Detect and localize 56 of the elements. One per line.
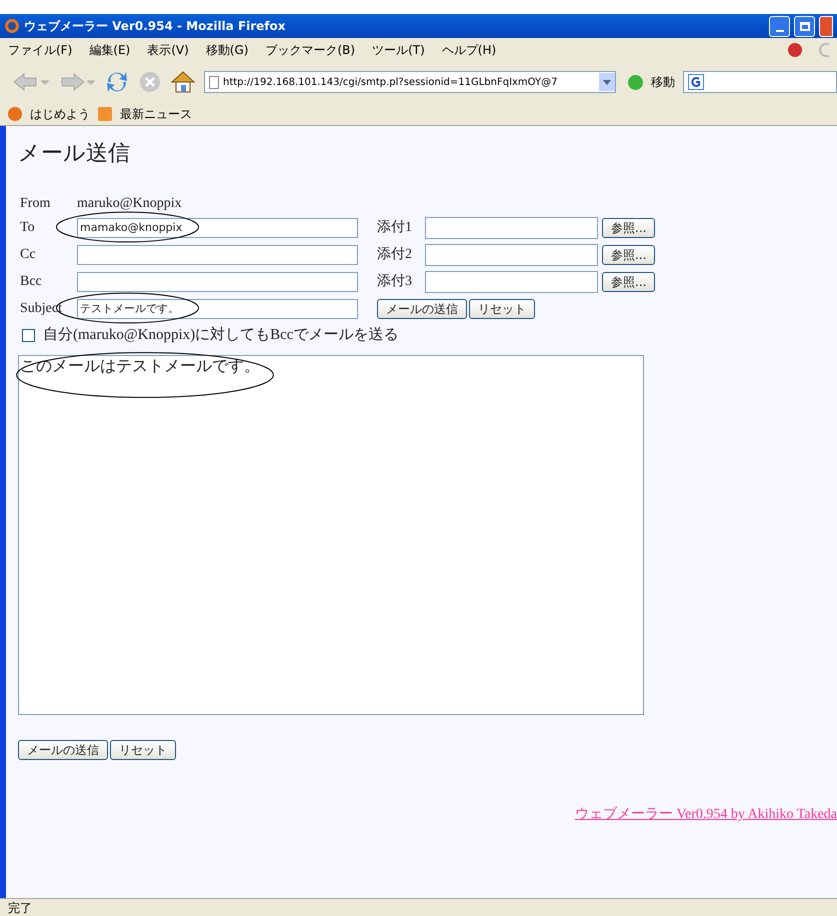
text-input[interactable] bbox=[77, 272, 358, 292]
browser-logo-icon bbox=[4, 18, 20, 34]
file-input[interactable] bbox=[425, 216, 598, 238]
menu-item[interactable]: ブックマーク(B) bbox=[265, 41, 356, 59]
url-text: http://192.168.101.143/cgi/smtp.pl?sessionid=11GLbnFqIxmOY@7 bbox=[223, 76, 558, 90]
field-label: Bcc bbox=[19, 273, 43, 291]
home-icon[interactable] bbox=[170, 70, 196, 94]
go-icon[interactable] bbox=[628, 74, 643, 90]
reload-icon[interactable] bbox=[104, 70, 130, 94]
go-button[interactable]: 移動 bbox=[651, 73, 675, 91]
stop-icon[interactable] bbox=[138, 70, 162, 94]
send-button[interactable]: メールの送信 bbox=[377, 298, 467, 318]
attachment-label: 添付1 bbox=[377, 218, 413, 237]
field-label: Cc bbox=[19, 246, 37, 264]
checkbox-label: 自分(maruko@Knoppix)に対してもBccでメールを送る bbox=[43, 326, 398, 345]
dropdown-icon[interactable] bbox=[599, 73, 615, 91]
text-input[interactable] bbox=[77, 244, 358, 264]
text-input[interactable]: テストメールです。 bbox=[77, 298, 358, 318]
checkbox[interactable] bbox=[22, 328, 35, 342]
search-field[interactable] bbox=[683, 71, 837, 93]
bookmark-link[interactable]: はじめよう bbox=[30, 104, 90, 122]
status-text: 完了 bbox=[8, 900, 32, 916]
file-input[interactable] bbox=[425, 244, 598, 266]
reset-button[interactable]: リセット bbox=[469, 298, 535, 318]
menu-item[interactable]: 表示(V) bbox=[147, 41, 189, 59]
browser-logo-icon bbox=[8, 106, 22, 120]
search-engine-icon bbox=[688, 74, 704, 90]
menu-item[interactable]: ツール(T) bbox=[372, 41, 425, 59]
browse-button[interactable]: 参照... bbox=[602, 218, 656, 238]
browse-button[interactable]: 参照... bbox=[602, 272, 656, 292]
minimize-button[interactable] bbox=[769, 16, 790, 36]
rss-icon bbox=[98, 106, 112, 120]
menu-item[interactable]: ファイル(F) bbox=[8, 41, 72, 59]
address-field[interactable]: http://192.168.101.143/cgi/smtp.pl?sessionid=11GLbnFqIxmOY@7 bbox=[204, 71, 616, 93]
menu-item[interactable]: 編集(E) bbox=[89, 41, 130, 59]
text-input[interactable]: mamako@knoppix bbox=[77, 218, 358, 238]
close-button[interactable] bbox=[819, 16, 833, 36]
browse-button[interactable]: 参照... bbox=[602, 244, 656, 264]
page-icon bbox=[209, 76, 219, 88]
field-label: To bbox=[19, 219, 36, 237]
field-label: From bbox=[19, 194, 52, 212]
menu-item[interactable]: ヘルプ(H) bbox=[442, 41, 496, 59]
back-arrow-icon[interactable] bbox=[12, 72, 50, 92]
window-title: ウェブメーラー Ver0.954 - Mozilla Firefox bbox=[24, 18, 287, 35]
sender-address: maruko@Knoppix bbox=[77, 194, 182, 212]
attachment-label: 添付3 bbox=[377, 272, 413, 291]
menu-item[interactable]: 移動(G) bbox=[206, 41, 248, 59]
file-input[interactable] bbox=[425, 270, 598, 292]
alert-icon bbox=[788, 43, 802, 57]
reset-button[interactable]: リセット bbox=[110, 740, 176, 760]
maximize-button[interactable] bbox=[794, 16, 815, 36]
send-button[interactable]: メールの送信 bbox=[18, 740, 108, 760]
bookmark-link[interactable]: 最新ニュース bbox=[120, 104, 192, 122]
attachment-label: 添付2 bbox=[377, 246, 413, 264]
throbber-icon bbox=[819, 43, 829, 57]
page-heading: メール送信 bbox=[18, 140, 131, 168]
